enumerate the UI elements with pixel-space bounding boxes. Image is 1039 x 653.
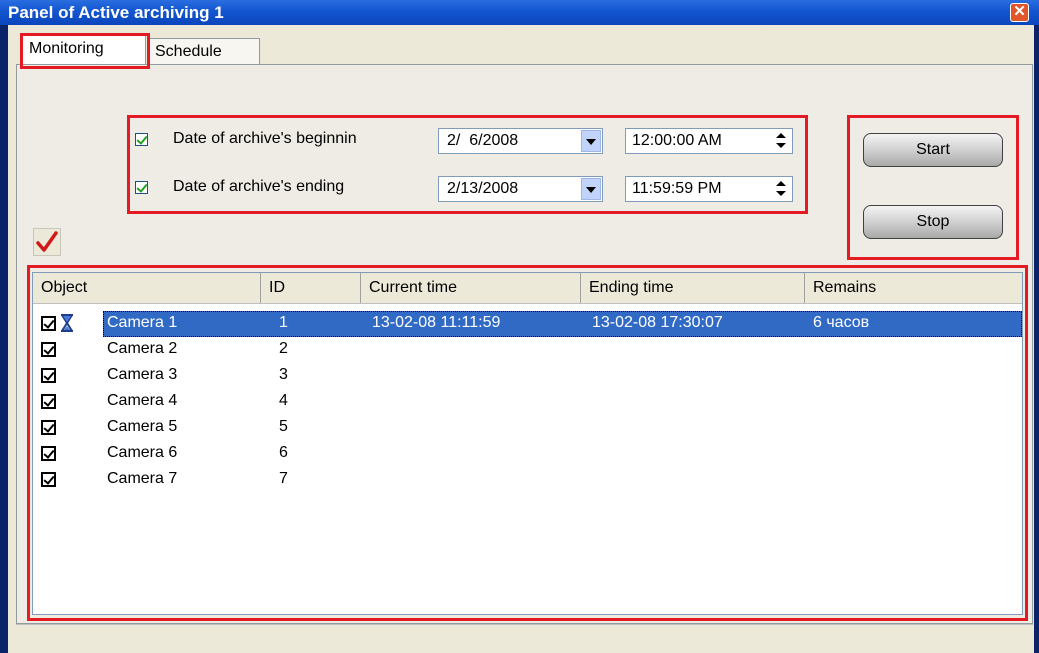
- column-object[interactable]: Object: [33, 273, 261, 303]
- tab-monitoring[interactable]: Monitoring: [22, 35, 146, 65]
- end-date-checkbox[interactable]: [135, 181, 148, 194]
- table-row[interactable]: Camera 2 2: [33, 337, 1022, 363]
- begin-date-label: Date of archive's beginnin: [173, 130, 357, 147]
- row-checkbox[interactable]: [41, 446, 56, 461]
- close-button[interactable]: ✕: [1010, 3, 1029, 22]
- spin-arrows-icon[interactable]: [772, 179, 790, 199]
- table-row[interactable]: Camera 6 6: [33, 441, 1022, 467]
- title-bar[interactable]: Panel of Active archiving 1 ✕: [0, 0, 1039, 25]
- table-row[interactable]: Camera 7 7: [33, 467, 1022, 493]
- chevron-down-icon[interactable]: [581, 178, 601, 200]
- begin-date-value: 2/ 6/2008: [447, 132, 519, 149]
- cell-remains: 6 часов: [813, 314, 870, 331]
- window: Panel of Active archiving 1 ✕ Monitoring…: [0, 0, 1039, 653]
- cell-object: Camera 3: [107, 366, 178, 383]
- table-row[interactable]: Camera 5 5: [33, 415, 1022, 441]
- column-current-time[interactable]: Current time: [361, 273, 581, 303]
- cell-current-time: 13-02-08 11:11:59: [372, 314, 501, 331]
- cell-object: Camera 2: [107, 340, 178, 357]
- check-all-icon[interactable]: [33, 228, 61, 256]
- row-checkbox[interactable]: [41, 472, 56, 487]
- cell-id: 6: [279, 444, 288, 461]
- row-checkbox[interactable]: [41, 342, 56, 357]
- objects-table[interactable]: Object ID Current time Ending time Remai…: [32, 272, 1023, 615]
- cell-object: Camera 1: [107, 314, 178, 331]
- stop-button[interactable]: Stop: [863, 205, 1003, 239]
- cell-id: 7: [279, 470, 288, 487]
- column-remains[interactable]: Remains: [805, 273, 1022, 303]
- cell-id: 3: [279, 366, 288, 383]
- cell-id: 1: [279, 314, 288, 331]
- hourglass-icon: [61, 314, 73, 332]
- cell-id: 5: [279, 418, 288, 435]
- cell-id: 4: [279, 392, 288, 409]
- begin-date-picker[interactable]: 2/ 6/2008: [438, 128, 603, 154]
- tab-schedule-label: Schedule: [155, 43, 222, 60]
- column-id[interactable]: ID: [261, 273, 361, 303]
- cell-object: Camera 7: [107, 470, 178, 487]
- cell-object: Camera 4: [107, 392, 178, 409]
- chevron-down-icon[interactable]: [581, 130, 601, 152]
- end-time-value: 11:59:59 PM: [632, 180, 722, 197]
- table-row[interactable]: Camera 3 3: [33, 363, 1022, 389]
- table-row[interactable]: Camera 4 4: [33, 389, 1022, 415]
- tab-schedule[interactable]: Schedule: [148, 38, 260, 64]
- end-date-value: 2/13/2008: [447, 180, 519, 197]
- row-checkbox[interactable]: [41, 368, 56, 383]
- row-checkbox[interactable]: [41, 316, 56, 331]
- end-time-field[interactable]: 11:59:59 PM: [625, 176, 793, 202]
- table-header: Object ID Current time Ending time Remai…: [33, 273, 1022, 304]
- status-bar: [16, 624, 1033, 650]
- selection-highlight: [103, 311, 1022, 337]
- tab-monitoring-label: Monitoring: [29, 40, 104, 57]
- end-date-picker[interactable]: 2/13/2008: [438, 176, 603, 202]
- cell-object: Camera 5: [107, 418, 178, 435]
- spin-arrows-icon[interactable]: [772, 131, 790, 151]
- begin-date-checkbox[interactable]: [135, 133, 148, 146]
- cell-ending-time: 13-02-08 17:30:07: [592, 314, 723, 331]
- begin-time-field[interactable]: 12:00:00 AM: [625, 128, 793, 154]
- end-date-label: Date of archive's ending: [173, 178, 345, 195]
- begin-time-value: 12:00:00 AM: [632, 132, 722, 149]
- row-checkbox[interactable]: [41, 394, 56, 409]
- column-ending-time[interactable]: Ending time: [581, 273, 805, 303]
- start-button[interactable]: Start: [863, 133, 1003, 167]
- table-row[interactable]: Camera 1 1 13-02-08 11:11:59 13-02-08 17…: [33, 311, 1022, 337]
- cell-object: Camera 6: [107, 444, 178, 461]
- row-checkbox[interactable]: [41, 420, 56, 435]
- window-title: Panel of Active archiving 1: [8, 3, 224, 22]
- cell-id: 2: [279, 340, 288, 357]
